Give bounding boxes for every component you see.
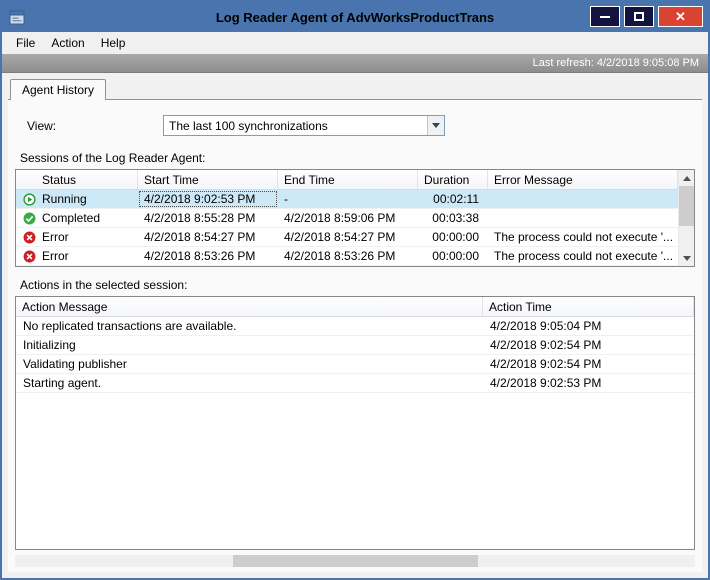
- session-duration: 00:00:00: [432, 230, 479, 244]
- action-message: Starting agent.: [23, 376, 102, 390]
- column-header-duration[interactable]: Duration: [418, 170, 488, 189]
- close-icon: ✕: [675, 8, 686, 24]
- actions-label: Actions in the selected session:: [20, 278, 188, 292]
- tab-strip: Agent History: [8, 79, 702, 100]
- session-end-time: -: [284, 192, 288, 206]
- menu-bar: File Action Help: [2, 32, 708, 54]
- maximize-icon: [634, 12, 644, 21]
- action-time: 4/2/2018 9:05:04 PM: [490, 319, 602, 333]
- actions-table-header: Action Message Action Time: [16, 297, 694, 317]
- action-message: No replicated transactions are available…: [23, 319, 237, 333]
- view-select[interactable]: The last 100 synchronizations: [163, 115, 445, 136]
- scroll-up-button[interactable]: [679, 170, 694, 186]
- session-status: Error: [42, 230, 69, 244]
- session-duration: 00:02:11: [433, 192, 479, 206]
- action-message: Initializing: [23, 338, 76, 352]
- scroll-down-icon: [682, 255, 691, 261]
- sessions-table-header: Status Start Time End Time Duration Erro…: [16, 170, 678, 190]
- session-status: Error: [42, 249, 69, 263]
- session-error-message: The process could not execute '...: [494, 249, 674, 263]
- table-row[interactable]: Initializing 4/2/2018 9:02:54 PM: [16, 336, 694, 355]
- session-error-message: [488, 209, 678, 227]
- horizontal-scrollbar[interactable]: [15, 555, 695, 567]
- column-header-error-message[interactable]: Error Message: [488, 170, 678, 189]
- scrollbar-thumb[interactable]: [232, 555, 478, 567]
- session-error-message: The process could not execute '...: [494, 230, 674, 244]
- dialog-body: Agent History View: The last 100 synchro…: [2, 73, 708, 578]
- table-row[interactable]: Error 4/2/2018 8:53:26 PM 4/2/2018 8:53:…: [16, 247, 678, 266]
- error-icon: [23, 250, 36, 263]
- sessions-label: Sessions of the Log Reader Agent:: [20, 151, 206, 165]
- action-time: 4/2/2018 9:02:54 PM: [490, 357, 602, 371]
- session-start-time: 4/2/2018 8:53:26 PM: [144, 249, 256, 263]
- tab-agent-history[interactable]: Agent History: [10, 79, 107, 100]
- session-end-time: 4/2/2018 8:54:27 PM: [284, 230, 396, 244]
- table-row[interactable]: Error 4/2/2018 8:54:27 PM 4/2/2018 8:54:…: [16, 228, 678, 247]
- close-button[interactable]: ✕: [658, 6, 703, 27]
- view-select-value: The last 100 synchronizations: [169, 118, 328, 133]
- session-end-time: 4/2/2018 8:59:06 PM: [284, 211, 396, 225]
- session-error-message: [488, 190, 678, 208]
- column-header-end-time[interactable]: End Time: [278, 170, 418, 189]
- sessions-table: Status Start Time End Time Duration Erro…: [15, 169, 695, 267]
- column-header-status[interactable]: Status: [16, 170, 138, 189]
- actions-table-empty-area: [16, 393, 694, 549]
- view-label: View:: [27, 118, 57, 133]
- session-duration: 00:00:00: [432, 249, 479, 263]
- action-time: 4/2/2018 9:02:54 PM: [490, 338, 602, 352]
- scrollbar-track[interactable]: [679, 226, 694, 250]
- scroll-up-icon: [682, 175, 691, 181]
- running-icon: [23, 192, 36, 206]
- session-start-time: 4/2/2018 8:54:27 PM: [144, 230, 256, 244]
- session-end-time: 4/2/2018 8:53:26 PM: [284, 249, 396, 263]
- session-start-time: 4/2/2018 9:02:53 PM: [138, 190, 278, 208]
- dialog-window: Log Reader Agent of AdvWorksProductTrans…: [0, 0, 710, 580]
- table-row[interactable]: Validating publisher 4/2/2018 9:02:54 PM: [16, 355, 694, 374]
- action-message: Validating publisher: [23, 357, 127, 371]
- refresh-status-bar: Last refresh: 4/2/2018 9:05:08 PM: [2, 54, 708, 73]
- table-row[interactable]: Running 4/2/2018 9:02:53 PM - 00:02:11: [16, 190, 678, 209]
- scroll-down-button[interactable]: [679, 250, 694, 266]
- actions-table: Action Message Action Time No replicated…: [15, 296, 695, 550]
- column-header-start-time[interactable]: Start Time: [138, 170, 278, 189]
- view-select-dropdown-button[interactable]: [427, 116, 444, 135]
- agent-history-panel: View: The last 100 synchronizations Sess…: [8, 99, 702, 572]
- last-refresh-text: Last refresh: 4/2/2018 9:05:08 PM: [532, 57, 699, 69]
- minimize-icon: [600, 15, 610, 18]
- menu-help[interactable]: Help: [93, 33, 134, 53]
- chevron-down-icon: [432, 123, 440, 128]
- error-icon: [23, 231, 36, 244]
- view-row: View: The last 100 synchronizations: [27, 115, 695, 136]
- session-status: Completed: [42, 211, 101, 225]
- column-header-action-time[interactable]: Action Time: [483, 297, 694, 316]
- scrollbar-thumb[interactable]: [679, 186, 694, 226]
- session-duration: 00:03:38: [432, 211, 479, 225]
- sessions-vertical-scrollbar[interactable]: [678, 170, 694, 266]
- maximize-button[interactable]: [624, 6, 654, 27]
- titlebar[interactable]: Log Reader Agent of AdvWorksProductTrans…: [2, 2, 708, 32]
- menu-action[interactable]: Action: [43, 33, 92, 53]
- completed-icon: [23, 212, 36, 225]
- session-status: Running: [42, 192, 87, 206]
- column-header-action-message[interactable]: Action Message: [16, 297, 483, 316]
- menu-file[interactable]: File: [8, 33, 43, 53]
- session-start-time: 4/2/2018 8:55:28 PM: [144, 211, 256, 225]
- table-row[interactable]: Completed 4/2/2018 8:55:28 PM 4/2/2018 8…: [16, 209, 678, 228]
- action-time: 4/2/2018 9:02:53 PM: [490, 376, 602, 390]
- table-row[interactable]: Starting agent. 4/2/2018 9:02:53 PM: [16, 374, 694, 393]
- minimize-button[interactable]: [590, 6, 620, 27]
- table-row[interactable]: No replicated transactions are available…: [16, 317, 694, 336]
